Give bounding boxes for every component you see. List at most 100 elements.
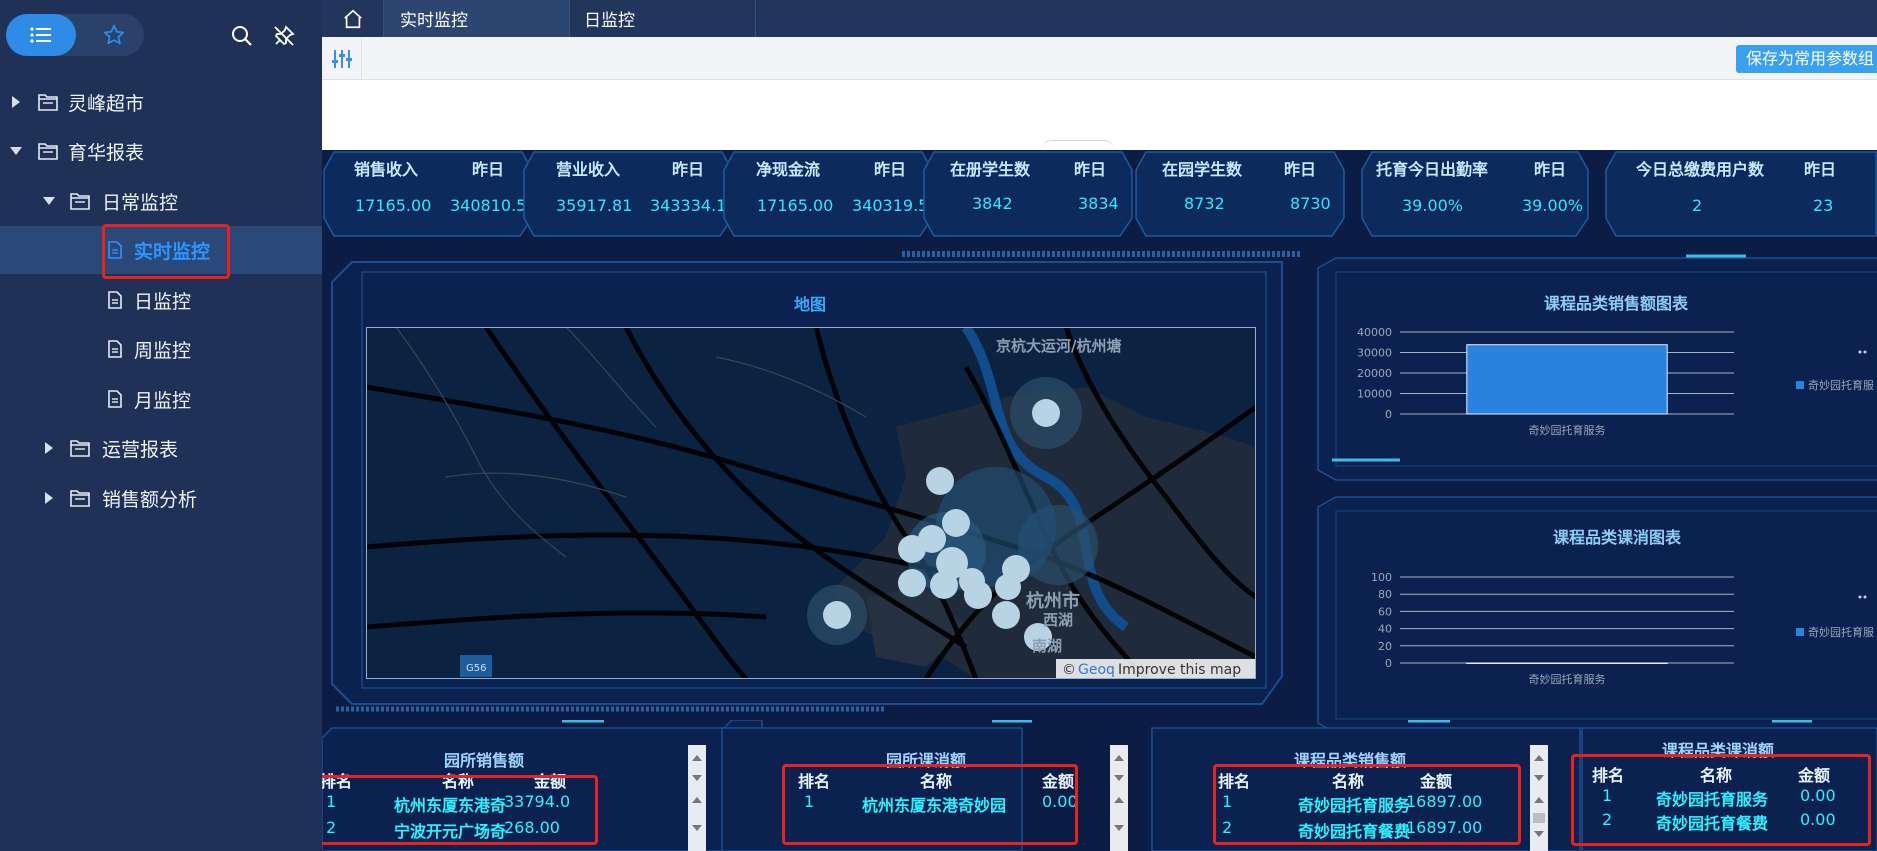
scroll-thumb[interactable] <box>1533 813 1545 823</box>
parameter-panel <box>322 80 1877 150</box>
scroll-up-icon[interactable] <box>1114 755 1124 761</box>
tree-label: 运营报表 <box>102 438 179 461</box>
parameter-toggle-button[interactable] <box>322 37 362 80</box>
scroll-down-icon[interactable] <box>1114 825 1124 831</box>
tree-item-monthly[interactable]: 月监控 <box>0 375 322 423</box>
legend-label: 奇妙园托育服 <box>1808 625 1874 639</box>
kpi-card: 今日总缴费用户数 昨日 2 23 <box>1604 150 1877 238</box>
highlight-box <box>1213 764 1521 845</box>
y-tick-label: 30000 <box>1357 347 1392 360</box>
tree-label: 育华报表 <box>68 141 145 164</box>
map-label-south-lake: 南湖 <box>1032 637 1062 655</box>
tree-label: 销售额分析 <box>102 488 198 511</box>
scroll-down-icon[interactable] <box>1534 775 1544 781</box>
road-sign-label: G56 <box>466 663 486 674</box>
expand-arrow-icon <box>45 442 53 454</box>
kpi-card: 销售收入 昨日 17165.00 340810.50 <box>322 150 537 238</box>
kpi-prev-value: 23 <box>1813 196 1834 215</box>
scroll-down-icon[interactable] <box>1114 775 1124 781</box>
home-tab[interactable] <box>322 0 384 37</box>
save-params-button[interactable]: 保存为常用参数组 <box>1736 45 1877 73</box>
attribution-improve-link[interactable]: Improve this map <box>1118 662 1241 678</box>
menu-dot <box>1863 595 1867 599</box>
sliders-icon <box>331 49 352 68</box>
attribution-provider-link[interactable]: Geoq <box>1078 662 1115 678</box>
kpi-card: 在册学生数 昨日 3842 3834 <box>922 150 1134 238</box>
tree-item-weekly[interactable]: 周监控 <box>0 325 322 373</box>
table-scrollbar[interactable] <box>1530 745 1548 851</box>
y-tick-label: 40 <box>1378 623 1392 636</box>
tab-daily[interactable]: 日监控 <box>570 0 756 37</box>
favorites-view-button[interactable] <box>92 14 136 56</box>
kpi-title: 净现金流 <box>756 160 821 179</box>
star-icon <box>103 24 125 45</box>
report-icon <box>108 390 122 408</box>
tree-item-lingfeng[interactable]: 灵峰超市 <box>0 78 322 126</box>
highlight-box <box>1571 754 1871 846</box>
sidebar-toolbar <box>0 0 322 72</box>
kpi-prev-title: 昨日 <box>472 160 505 179</box>
collapse-handle[interactable] <box>1042 140 1114 150</box>
decor-strip <box>902 251 1302 257</box>
consume-category-chart: 100 80 60 40 20 0 奇妙园托育服务 奇妙园托育服 <box>1371 571 1874 686</box>
tree-item-daily-monitor[interactable]: 日常监控 <box>0 177 322 225</box>
expand-arrow-icon <box>12 96 20 108</box>
kpi-card: 在园学生数 昨日 8732 8730 <box>1134 150 1346 238</box>
kpi-value: 8732 <box>1184 194 1225 213</box>
kpi-prev-value: 39.00% <box>1522 196 1584 215</box>
scroll-down-icon[interactable] <box>692 775 702 781</box>
table-scrollbar[interactable] <box>1110 745 1128 851</box>
scroll-up-icon[interactable] <box>1534 797 1544 803</box>
tree-item-daily[interactable]: 日监控 <box>0 276 322 324</box>
kpi-prev-title: 昨日 <box>1804 160 1837 179</box>
kpi-prev-title: 昨日 <box>672 160 705 179</box>
kpi-value: 35917.81 <box>556 196 633 215</box>
kpi-prev-value: 8730 <box>1290 194 1331 213</box>
scroll-up-icon[interactable] <box>1114 797 1124 803</box>
map-view[interactable]: 京杭大运河/杭州塘 杭州市 西湖 南湖 G56 © Geoq Improve t… <box>366 327 1256 679</box>
search-button[interactable] <box>230 24 254 48</box>
legend-label: 奇妙园托育服 <box>1808 378 1874 392</box>
kpi-value: 39.00% <box>1402 196 1464 215</box>
menu-dot <box>1858 350 1862 354</box>
y-tick-label: 10000 <box>1357 388 1392 401</box>
tab-bar: 实时监控 日监控 <box>322 0 1877 37</box>
highlight-box <box>102 224 230 279</box>
y-tick-label: 0 <box>1385 408 1392 421</box>
kpi-value: 2 <box>1692 196 1703 215</box>
tree-item-yuhua[interactable]: 育华报表 <box>0 127 322 175</box>
scroll-up-icon[interactable] <box>692 755 702 761</box>
tree-label: 灵峰超市 <box>68 92 145 115</box>
scroll-up-icon[interactable] <box>692 797 702 803</box>
report-icon <box>108 340 122 358</box>
kpi-prev-title: 昨日 <box>874 160 907 179</box>
table-scrollbar[interactable] <box>688 745 706 851</box>
tab-realtime[interactable]: 实时监控 <box>384 0 570 37</box>
kpi-title: 托育今日出勤率 <box>1376 160 1489 179</box>
kpi-title: 在园学生数 <box>1162 160 1243 179</box>
dashboard: 销售收入 昨日 17165.00 340810.50 营业收入 昨日 35917… <box>322 150 1877 851</box>
y-tick-label: 0 <box>1385 657 1392 670</box>
scroll-up-icon[interactable] <box>1534 755 1544 761</box>
collapse-arrow-icon <box>43 197 55 205</box>
y-tick-label: 20 <box>1378 640 1392 653</box>
consume-chart-title: 课程品类课消图表 <box>1553 528 1682 547</box>
directory-view-button[interactable] <box>6 14 76 56</box>
scroll-down-icon[interactable] <box>1534 831 1544 837</box>
kpi-prev-title: 昨日 <box>1534 160 1567 179</box>
kpi-value: 3842 <box>972 194 1013 213</box>
x-tick-label: 奇妙园托育服务 <box>1529 423 1606 437</box>
kpi-card: 托育今日出勤率 昨日 39.00% 39.00% <box>1360 150 1590 238</box>
folder-icon <box>38 94 58 111</box>
expand-arrow-icon <box>45 492 53 504</box>
kpi-prev-value: 3834 <box>1078 194 1119 213</box>
kpi-value: 17165.00 <box>757 196 834 215</box>
tree-item-sales-analysis[interactable]: 销售额分析 <box>0 474 322 522</box>
scroll-down-icon[interactable] <box>692 825 702 831</box>
tree-item-operations[interactable]: 运营报表 <box>0 424 322 472</box>
menu-dot <box>1858 595 1862 599</box>
y-tick-label: 40000 <box>1357 326 1392 339</box>
pin-button[interactable] <box>272 24 296 48</box>
map-title: 地图 <box>794 295 827 314</box>
folder-icon <box>70 193 90 210</box>
